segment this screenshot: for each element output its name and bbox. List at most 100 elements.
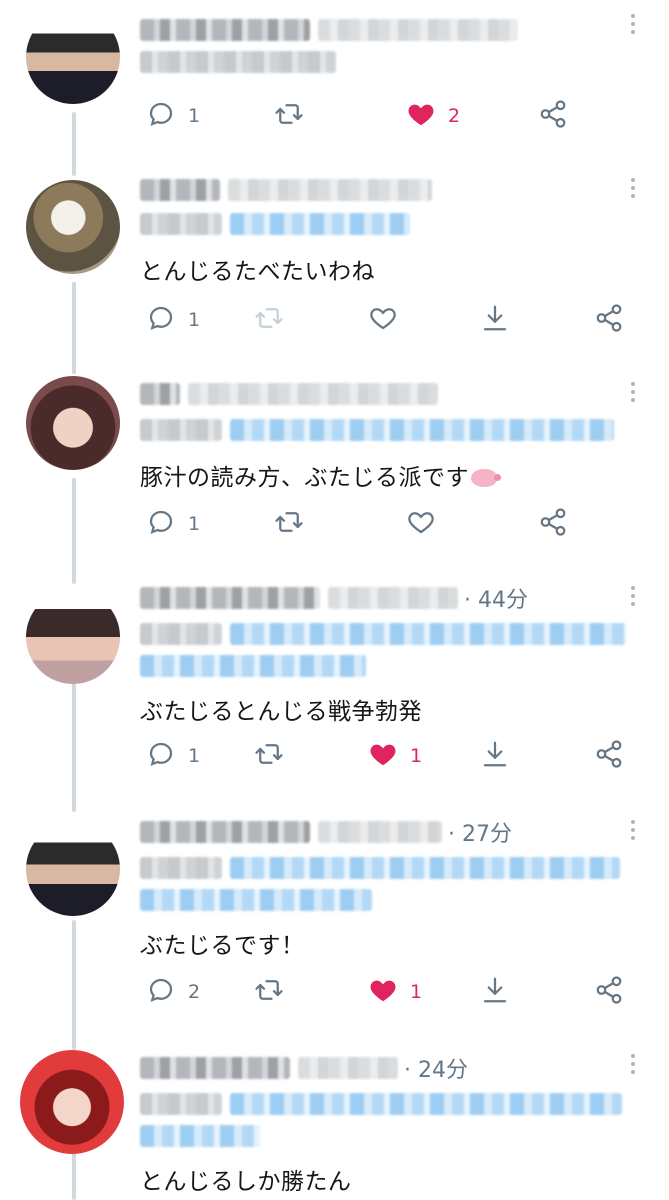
mention-link[interactable]	[230, 623, 626, 645]
more-options-button[interactable]	[631, 1054, 635, 1078]
avatar[interactable]	[26, 376, 120, 470]
reply-button[interactable]: 1	[146, 96, 200, 136]
author-name[interactable]	[140, 19, 310, 41]
tweet-header: · 27分	[140, 816, 629, 848]
replying-to-label	[140, 623, 222, 645]
retweet-button[interactable]	[254, 300, 284, 340]
author-name[interactable]	[140, 1057, 290, 1079]
retweet-button[interactable]	[274, 504, 304, 544]
share-button[interactable]	[594, 972, 624, 1012]
timestamp[interactable]: · 44分	[464, 582, 528, 614]
reply-to-line	[140, 48, 629, 76]
download-icon	[480, 303, 510, 337]
tweet-header: · 24分	[140, 1052, 629, 1084]
reply-button[interactable]: 1	[146, 300, 200, 340]
author-handle[interactable]	[188, 383, 438, 405]
share-icon	[594, 303, 624, 337]
share-button[interactable]	[538, 504, 568, 544]
reply-count: 1	[188, 745, 201, 767]
mention-link[interactable]	[140, 655, 366, 677]
timestamp[interactable]: · 24分	[404, 1052, 468, 1084]
author-name[interactable]	[140, 587, 320, 609]
tweet[interactable]: とんじるたべたいわね 1	[0, 168, 669, 368]
author-handle[interactable]	[318, 19, 518, 41]
more-icon	[631, 1054, 635, 1058]
download-button[interactable]	[480, 972, 510, 1012]
reply-icon	[146, 975, 176, 1009]
reply-count: 2	[188, 981, 201, 1003]
more-options-button[interactable]	[631, 820, 635, 844]
tweet[interactable]: · 27分 ぶたじるです！ 2 1	[0, 812, 669, 1038]
retweet-icon	[254, 303, 284, 337]
more-options-button[interactable]	[631, 14, 635, 38]
like-button[interactable]: 1	[368, 736, 422, 776]
author-handle[interactable]	[328, 587, 458, 609]
retweet-button[interactable]	[274, 96, 304, 136]
share-button[interactable]	[538, 96, 568, 136]
replying-to-label	[140, 857, 222, 879]
retweet-button[interactable]	[254, 972, 284, 1012]
author-name[interactable]	[140, 179, 220, 201]
reply-icon	[146, 507, 176, 541]
heart-icon	[368, 303, 398, 337]
tweet[interactable]: 1 2	[0, 0, 669, 160]
tweet-text: とんじるしか勝たん	[140, 1169, 352, 1195]
reply-button[interactable]: 2	[146, 972, 200, 1012]
avatar[interactable]	[26, 822, 120, 916]
more-options-button[interactable]	[631, 586, 635, 610]
tweet[interactable]: · 24分 とんじるしか勝たん	[0, 1046, 669, 1200]
heart-icon	[368, 739, 398, 773]
avatar[interactable]	[26, 180, 120, 274]
like-button[interactable]: 2	[406, 96, 460, 136]
heart-icon	[406, 99, 436, 133]
author-handle[interactable]	[298, 1057, 398, 1079]
avatar[interactable]	[26, 10, 120, 104]
heart-icon	[368, 975, 398, 1009]
author-handle[interactable]	[228, 179, 432, 201]
author-handle[interactable]	[318, 821, 442, 843]
mention-link[interactable]	[230, 857, 620, 879]
retweet-icon	[254, 975, 284, 1009]
more-icon	[631, 382, 635, 386]
heart-icon	[406, 507, 436, 541]
timestamp[interactable]: · 27分	[448, 816, 512, 848]
like-button[interactable]	[368, 300, 398, 340]
mention-link[interactable]	[140, 889, 372, 911]
author-name[interactable]	[140, 821, 310, 843]
avatar[interactable]	[26, 590, 120, 684]
tweet[interactable]: 豚汁の読み方、ぶたじる派です 1	[0, 372, 669, 572]
author-name[interactable]	[140, 383, 180, 405]
more-options-button[interactable]	[631, 382, 635, 406]
share-button[interactable]	[594, 736, 624, 776]
reply-button[interactable]: 1	[146, 736, 200, 776]
more-icon	[631, 586, 635, 590]
reply-icon	[146, 99, 176, 133]
tweet[interactable]: · 44分 ぶたじるとんじる戦争勃発 1 1	[0, 576, 669, 806]
like-button[interactable]: 1	[368, 972, 422, 1012]
avatar[interactable]	[20, 1050, 124, 1154]
like-button[interactable]	[406, 504, 436, 544]
tweet-actions: 1	[0, 300, 669, 340]
more-options-button[interactable]	[631, 178, 635, 202]
pig-icon	[471, 469, 501, 487]
like-count: 1	[410, 745, 423, 767]
mention-link[interactable]	[230, 1093, 622, 1115]
mention-link[interactable]	[140, 1125, 260, 1147]
reply-to-line	[140, 416, 629, 444]
reply-button[interactable]: 1	[146, 504, 200, 544]
reply-icon	[146, 303, 176, 337]
retweet-button[interactable]	[254, 736, 284, 776]
download-button[interactable]	[480, 736, 510, 776]
replying-to-label	[140, 1093, 222, 1115]
share-icon	[538, 99, 568, 133]
download-button[interactable]	[480, 300, 510, 340]
more-icon	[631, 178, 635, 182]
download-icon	[480, 975, 510, 1009]
reply-to-line-cont	[140, 1122, 629, 1150]
mention-link[interactable]	[230, 213, 410, 235]
tweet-text: とんじるたべたいわね	[140, 259, 375, 285]
mention-link[interactable]	[230, 419, 614, 441]
reply-to-line	[140, 210, 629, 238]
share-icon	[594, 739, 624, 773]
share-button[interactable]	[594, 300, 624, 340]
